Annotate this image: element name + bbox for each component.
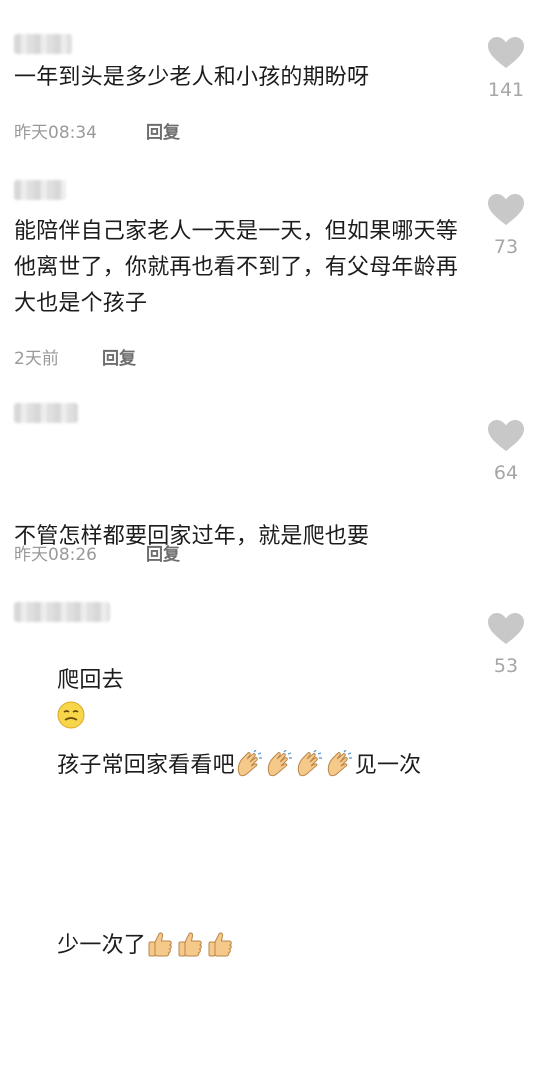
clapping-hands-emoji: [325, 750, 353, 778]
clapping-hands-emoji: [265, 750, 293, 778]
comment-time: 2天前: [14, 349, 59, 369]
reply-button[interactable]: 回复: [102, 344, 136, 369]
username-blurred[interactable]: [14, 602, 110, 622]
thumbs-up-emoji: [206, 930, 234, 958]
comment-text: 孩子常回家看看吧 见一次 少一次了: [14, 640, 466, 1072]
comment-time: 昨天08:34: [14, 123, 97, 143]
comment-text-fragment: 孩子常回家看看吧: [57, 753, 235, 778]
thumbs-up-emoji: [176, 930, 204, 958]
username-blurred[interactable]: [14, 403, 78, 423]
comment-text-line: 少一次了: [14, 892, 466, 1000]
comment-text-fragment: 少一次了: [57, 933, 146, 958]
comment-text-line: 孩子常回家看看吧 见一次: [14, 712, 466, 820]
comment-meta: 2天前 回复: [14, 344, 136, 369]
reply-button[interactable]: 回复: [146, 540, 180, 565]
clapping-hands-emoji: [295, 750, 323, 778]
comment-meta: 昨天08:34 回复: [14, 118, 180, 143]
thumbs-up-emoji: [146, 930, 174, 958]
reply-button[interactable]: 回复: [146, 118, 180, 143]
comment-meta: 昨天08:26 回复: [14, 540, 180, 565]
heart-icon: [488, 420, 524, 452]
like-count: 73: [493, 236, 519, 258]
like-count: 64: [493, 462, 519, 484]
comment-text: 能陪伴自己家老人一天是一天，但如果哪天等他离世了，你就再也看不到了，有父母年龄再…: [14, 219, 459, 316]
like-button[interactable]: 141: [484, 37, 528, 101]
heart-icon: [488, 613, 524, 645]
like-button[interactable]: 53: [484, 613, 528, 677]
like-count: 53: [493, 655, 519, 677]
username-blurred[interactable]: [14, 180, 66, 200]
username-blurred[interactable]: [14, 34, 72, 54]
clapping-hands-emoji: [235, 750, 263, 778]
like-button[interactable]: 73: [484, 194, 528, 258]
heart-icon: [488, 37, 524, 69]
heart-icon: [488, 194, 524, 226]
comment-text: 一年到头是多少老人和小孩的期盼呀: [14, 65, 370, 90]
comment-time: 昨天08:26: [14, 545, 97, 565]
like-count: 141: [487, 79, 525, 101]
comment-text-fragment: 见一次: [354, 753, 422, 778]
like-button[interactable]: 64: [484, 420, 528, 484]
